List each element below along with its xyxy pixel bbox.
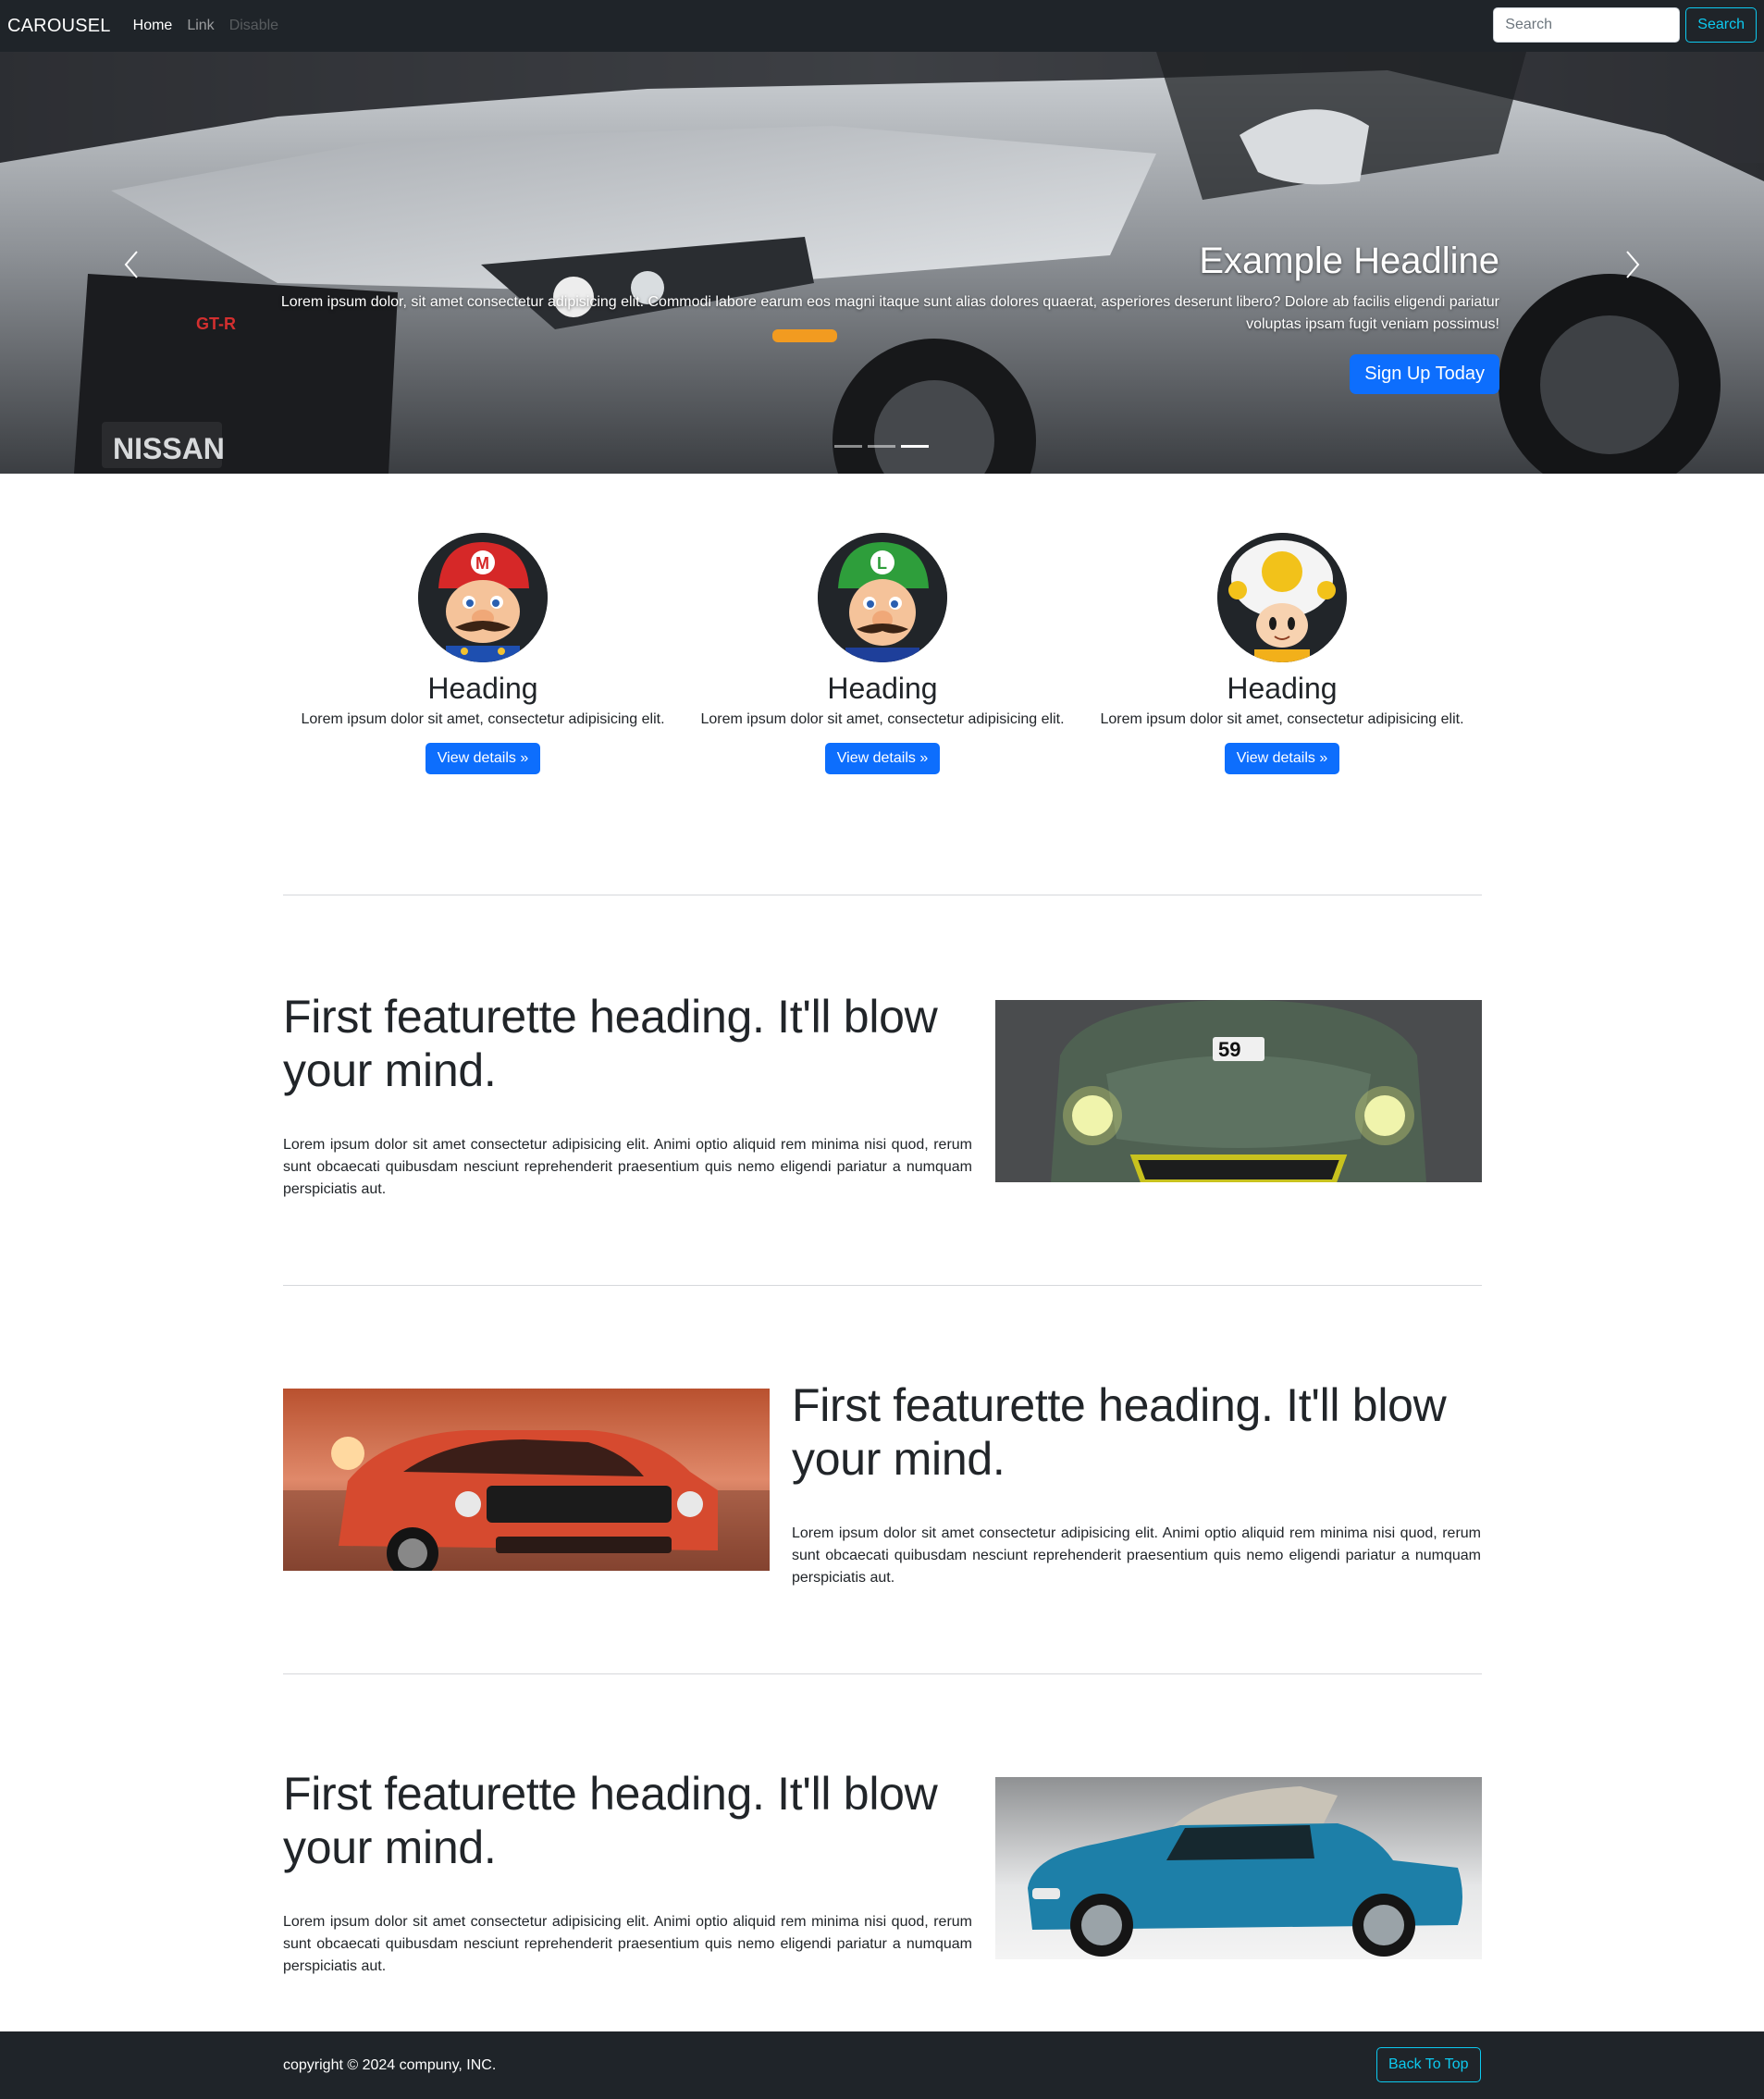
marketing-column: Heading Lorem ipsum dolor sit amet, cons… — [1082, 533, 1482, 774]
race-number-text: 59 — [1218, 1038, 1240, 1061]
column-text: Lorem ipsum dolor sit amet, consectetur … — [1100, 711, 1464, 727]
carousel-indicator-2[interactable] — [868, 445, 895, 448]
sign-up-button[interactable]: Sign Up Today — [1350, 354, 1499, 394]
carousel-next-button[interactable] — [1614, 237, 1651, 292]
carousel-caption: Example Headline Lorem ipsum dolor, sit … — [251, 241, 1499, 394]
featurette-image-blue-mini — [995, 1777, 1482, 1959]
brand-logo[interactable]: CAROUSEL — [7, 16, 111, 37]
carousel-prev-button[interactable] — [113, 237, 150, 292]
featurette-2: First featurette heading. It'll blow you… — [283, 1378, 1482, 1586]
search-form: Search — [1493, 7, 1757, 43]
svg-text:L: L — [877, 554, 887, 573]
back-to-top-button[interactable]: Back To Top — [1376, 2047, 1481, 2082]
featurette-heading: First featurette heading. It'll blow you… — [792, 1379, 1447, 1485]
column-heading: Heading — [1227, 672, 1338, 705]
copyright-text: copyright © 2024 compuny, INC. — [283, 2057, 497, 2073]
marketing-column: L Heading Lorem ipsum dolor sit amet, co… — [683, 533, 1082, 774]
search-input[interactable] — [1493, 7, 1681, 43]
column-text: Lorem ipsum dolor sit amet, consectetur … — [700, 711, 1065, 727]
gtr-badge-text: GT-R — [196, 315, 236, 333]
nissan-plate-text: NISSAN — [113, 432, 225, 465]
featurette-text: First featurette heading. It'll blow you… — [792, 1378, 1481, 1589]
featurette-text: First featurette heading. It'll blow you… — [283, 990, 972, 1201]
featurette-image-race-car: 59 — [995, 1000, 1482, 1182]
hero-carousel: NISSAN GT-R Example Headline Lorem ipsum… — [0, 52, 1764, 474]
nav-link-home[interactable]: Home — [133, 18, 173, 34]
featurette-text: First featurette heading. It'll blow you… — [283, 1767, 972, 1978]
luigi-avatar: L — [818, 533, 947, 662]
column-heading: Heading — [827, 672, 938, 705]
column-text: Lorem ipsum dolor sit amet, consectetur … — [301, 711, 665, 727]
featurette-body: Lorem ipsum dolor sit amet consectetur a… — [283, 1914, 972, 1974]
featurette-body: Lorem ipsum dolor sit amet consectetur a… — [792, 1525, 1481, 1586]
view-details-button[interactable]: View details » — [1224, 743, 1340, 774]
featurette-3: First featurette heading. It'll blow you… — [283, 1767, 1482, 1974]
nav-links: Home Link Disable — [133, 18, 278, 34]
chevron-left-icon — [124, 251, 138, 278]
mario-avatar: M — [418, 533, 548, 662]
carousel-indicator-3[interactable] — [901, 445, 929, 448]
navbar: CAROUSEL Home Link Disable Search — [0, 0, 1764, 52]
divider — [283, 1673, 1482, 1674]
carousel-headline: Example Headline — [1199, 241, 1499, 281]
column-heading: Heading — [427, 672, 538, 705]
nav-link-disabled: Disable — [228, 18, 279, 33]
nav-link-link[interactable]: Link — [187, 18, 214, 34]
footer: copyright © 2024 compuny, INC. Back To T… — [0, 2031, 1764, 2099]
divider — [283, 1285, 1482, 1286]
featurette-1: First featurette heading. It'll blow you… — [283, 990, 1482, 1197]
marketing-section: M Heading Lorem ipsum dolor sit amet, co… — [283, 533, 1482, 774]
carousel-text: Lorem ipsum dolor, sit amet consectetur … — [280, 294, 1499, 332]
view-details-button[interactable]: View details » — [425, 743, 541, 774]
view-details-button[interactable]: View details » — [824, 743, 941, 774]
marketing-column: M Heading Lorem ipsum dolor sit amet, co… — [283, 533, 683, 774]
svg-text:M: M — [475, 554, 489, 573]
carousel-indicators — [834, 445, 929, 448]
featurette-heading: First featurette heading. It'll blow you… — [283, 991, 938, 1096]
search-button[interactable]: Search — [1685, 7, 1757, 43]
featurette-heading: First featurette heading. It'll blow you… — [283, 1768, 938, 1873]
featurette-image-orange-car — [283, 1389, 770, 1571]
toad-avatar — [1217, 533, 1347, 662]
chevron-right-icon — [1626, 251, 1640, 278]
carousel-indicator-1[interactable] — [834, 445, 862, 448]
featurette-body: Lorem ipsum dolor sit amet consectetur a… — [283, 1137, 972, 1197]
